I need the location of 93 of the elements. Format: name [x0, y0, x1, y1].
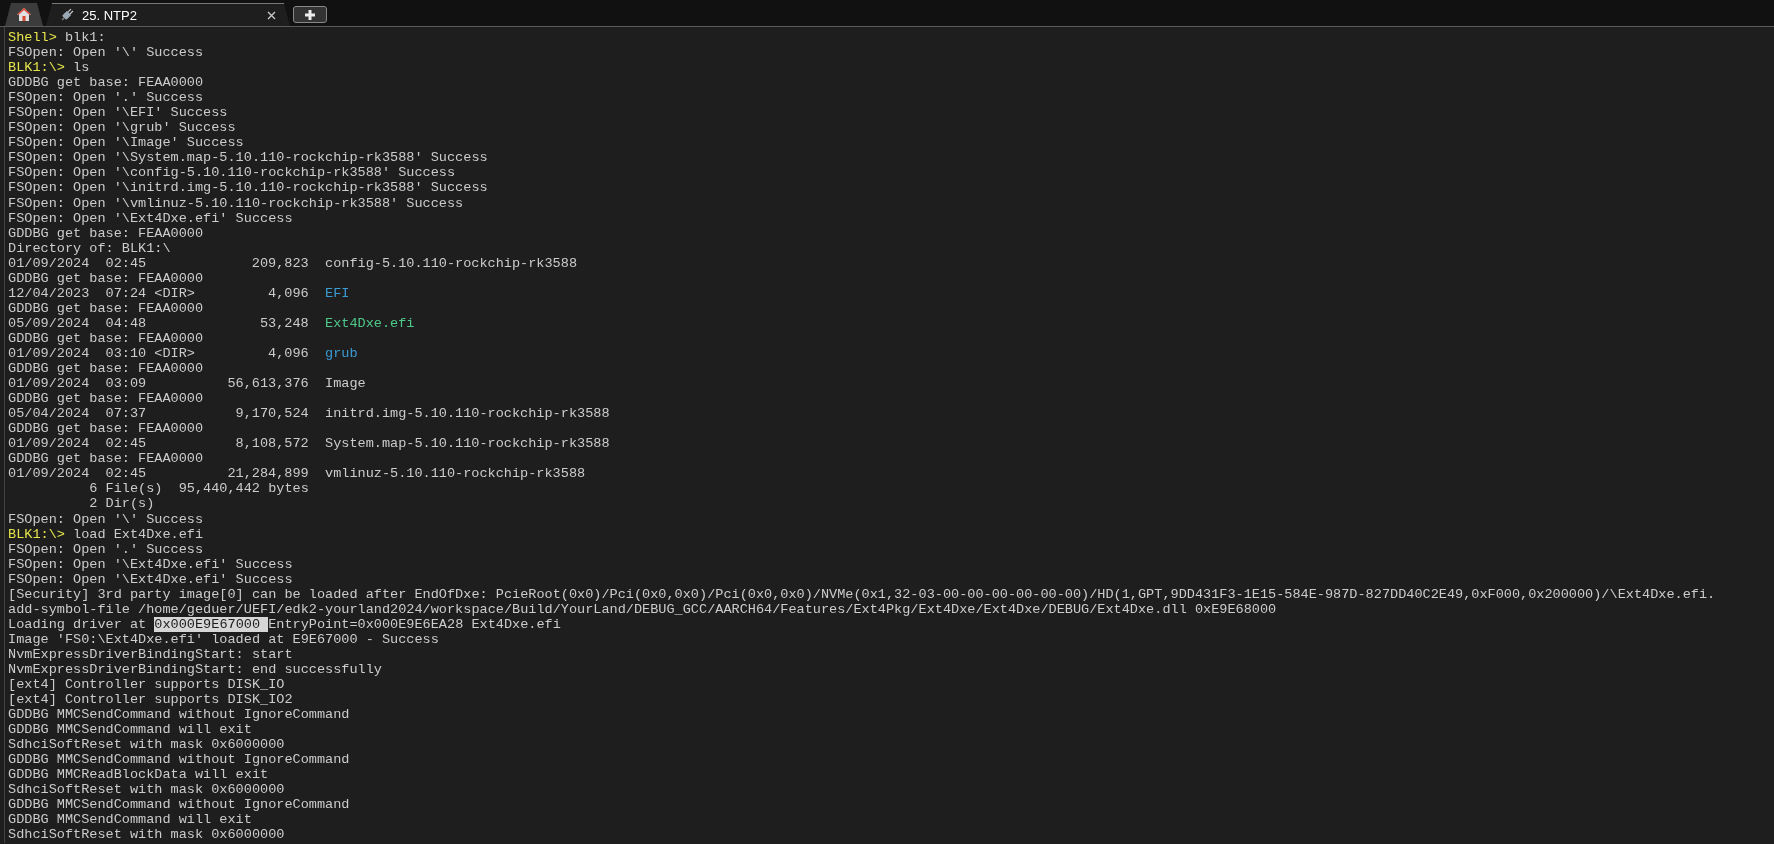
output-line: GDDBG MMCSendCommand without IgnoreCommand [8, 752, 351, 768]
output-line: FSOpen: Open '\' Success [8, 511, 205, 527]
summary-line: 6 File(s) 95,440,442 bytes [89, 481, 309, 497]
output-line: FSOpen: Open '\config-5.10.110-rockchip-rk3588' Success [8, 165, 457, 181]
file-name: EFI [325, 285, 350, 301]
output-line: GDDBG get base: FEAA0000 [8, 421, 205, 437]
file-name: vmlinuz-5.10.110-rockchip-rk3588 [325, 466, 586, 482]
output-line: SdhciSoftReset with mask 0x6000000 [8, 782, 286, 798]
output-line: SdhciSoftReset with mask 0x6000000 [8, 737, 286, 753]
file-size: 4,096 [268, 285, 309, 301]
output-line: GDDBG MMCReadBlockData will exit [8, 767, 270, 783]
file-name: Ext4Dxe.efi [325, 315, 415, 331]
output-line: GDDBG get base: FEAA0000 [8, 270, 205, 286]
output-line: GDDBG MMCSendCommand will exit [8, 812, 253, 828]
file-time: 02:45 [105, 255, 147, 271]
plug-icon [60, 8, 74, 22]
file-date: 12/04/2023 [8, 285, 90, 301]
file-time: 02:45 [105, 466, 147, 482]
file-name: grub [325, 346, 358, 362]
plus-icon [304, 8, 316, 21]
output-line: FSOpen: Open '\EFI' Success [8, 105, 229, 121]
output-line: Directory of: BLK1:\ [8, 240, 172, 256]
file-size: 53,248 [259, 315, 309, 331]
file-size: 8,108,572 [235, 436, 309, 452]
command-text: ls [73, 60, 90, 76]
close-icon[interactable] [267, 10, 276, 20]
output-text: EntryPoint=0x000E9E6EA28 Ext4Dxe.efi [268, 616, 561, 632]
output-line: FSOpen: Open '\grub' Success [8, 120, 237, 136]
output-line: [ext4] Controller supports DISK_IO [8, 677, 286, 693]
file-name: config-5.10.110-rockchip-rk3588 [325, 255, 577, 271]
file-size: 4,096 [268, 346, 309, 361]
file-time: 07:24 [105, 285, 147, 301]
output-line: FSOpen: Open '\Image' Success [8, 135, 245, 151]
file-date: 05/04/2024 [8, 406, 90, 422]
output-line: GDDBG get base: FEAA0000 [8, 391, 205, 407]
file-date: 01/09/2024 [8, 466, 90, 482]
output-line: FSOpen: Open '.' Success [8, 541, 205, 557]
output-line: GDDBG get base: FEAA0000 [8, 225, 205, 241]
file-time: 03:09 [105, 376, 147, 392]
output-line: GDDBG get base: FEAA0000 [8, 451, 205, 467]
output-line: NvmExpressDriverBindingStart: start [8, 646, 294, 662]
output-line: Image 'FS0:\Ext4Dxe.efi' loaded at E9E67000 - Success [8, 631, 440, 647]
output-line: FSOpen: Open '\Ext4Dxe.efi' Success [8, 210, 294, 226]
output-line: NvmExpressDriverBindingStart: end successfully [8, 661, 383, 677]
output-line: FSOpen: Open '\Ext4Dxe.efi' Success [8, 556, 294, 572]
file-size: 56,613,376 [227, 376, 309, 392]
output-line: [Security] 3rd party image[0] can be loaded after EndOfDxe: PcieRoot(0x0)/Pci(0x0,0x0)/Pci(0x0,0x0)/NVMe(0x1,32-03-00-00-00-00-00-00)/HD(1,GPT,9DD431F3-1E15-584E-987D-827DD40C2E49,0xF000,0x200000)/\Ext4Dxe.efi. [8, 586, 1717, 602]
file-date: 01/09/2024 [8, 376, 90, 392]
output-line: add-symbol-file /home/geduer/UEFI/edk2-yourland2024/workspace/Build/YourLand/DEBUG_GCC/AARCH64/Features/Ext4Pkg/Ext4Dxe/Ext4Dxe/DEBUG/Ext4Dxe.dll 0xE9E68000 [8, 601, 1278, 617]
summary-line: 2 Dir(s) [89, 496, 155, 512]
selected-text: 0x000E9E67000 [154, 616, 269, 632]
dir-tag: <DIR> [154, 285, 195, 301]
file-size: 21,284,899 [227, 466, 309, 482]
output-line: GDDBG MMCSendCommand without IgnoreCommand [8, 797, 351, 813]
output-line: GDDBG get base: FEAA0000 [8, 75, 205, 91]
file-time: 04:48 [105, 315, 147, 331]
output-line: FSOpen: Open '\' Success [8, 45, 205, 61]
output-line: FSOpen: Open '.' Success [8, 90, 205, 106]
home-tab[interactable] [5, 3, 43, 26]
output-line: FSOpen: Open '\Ext4Dxe.efi' Success [8, 571, 294, 587]
file-date: 01/09/2024 [8, 436, 90, 452]
file-time: 02:45 [105, 436, 147, 452]
file-date: 01/09/2024 [8, 255, 90, 271]
shell-prompt: BLK1:\> [8, 60, 65, 76]
file-size: 9,170,524 [235, 406, 309, 422]
shell-prompt: Shell> [8, 30, 57, 45]
output-line: GDDBG MMCSendCommand without IgnoreCommand [8, 707, 351, 723]
file-name: Image [325, 376, 366, 392]
output-text: Loading driver at [8, 616, 148, 632]
file-date: 01/09/2024 [8, 346, 90, 361]
new-tab-button[interactable] [293, 6, 327, 23]
output-line: FSOpen: Open '\System.map-5.10.110-rockchip-rk3588' Success [8, 150, 489, 166]
output-line: GDDBG get base: FEAA0000 [8, 330, 205, 346]
output-line: [ext4] Controller supports DISK_IO2 [8, 692, 294, 708]
tab-label: 25. NTP2 [82, 7, 138, 23]
output-line: SdhciSoftReset with mask 0x6000000 [8, 827, 286, 843]
output-line: GDDBG get base: FEAA0000 [8, 361, 205, 377]
dir-tag: <DIR> [154, 346, 195, 361]
session-tab[interactable]: 25. NTP2 [46, 3, 290, 26]
shell-prompt: BLK1:\> [8, 526, 65, 542]
command-text: load Ext4Dxe.efi [73, 526, 204, 542]
file-size: 209,823 [251, 255, 309, 271]
output-line: FSOpen: Open '\vmlinuz-5.10.110-rockchip-rk3588' Success [8, 195, 465, 211]
file-time: 07:37 [105, 406, 147, 422]
file-name: System.map-5.10.110-rockchip-rk3588 [325, 436, 610, 452]
house-icon [16, 7, 32, 22]
output-line: FSOpen: Open '\initrd.img-5.10.110-rockchip-rk3588' Success [8, 180, 489, 196]
file-time: 03:10 [105, 346, 147, 361]
file-date: 05/09/2024 [8, 315, 90, 331]
command-text: blk1: [64, 30, 106, 45]
file-name: initrd.img-5.10.110-rockchip-rk3588 [325, 406, 610, 422]
output-line: GDDBG MMCSendCommand will exit [8, 722, 253, 738]
output-line: GDDBG get base: FEAA0000 [8, 300, 205, 316]
